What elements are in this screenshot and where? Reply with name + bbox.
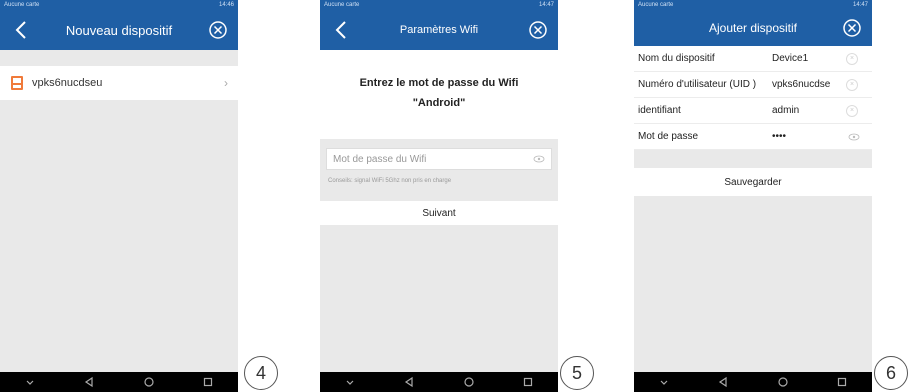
field-value[interactable]: Device1 (772, 53, 846, 64)
carrier-text: Aucune carte (4, 2, 40, 8)
device-name: vpks6nucdseu (32, 77, 103, 89)
chevron-down-icon[interactable] (344, 376, 356, 388)
field-row-device-name[interactable]: Nom du dispositif Device1 × (634, 46, 872, 72)
clock-text: 14:46 (218, 2, 234, 8)
field-label: identifiant (638, 105, 681, 116)
recents-square-icon[interactable] (202, 376, 214, 388)
device-list-item[interactable]: vpks6nucdseu › (0, 66, 238, 100)
close-icon[interactable] (842, 18, 862, 38)
title-bar: Ajouter dispositif (634, 10, 872, 46)
wifi-prompt: Entrez le mot de passe du Wifi "Android" (320, 50, 558, 139)
status-bar: Aucune carte 14:47 (320, 0, 558, 10)
clear-icon[interactable]: × (846, 52, 858, 65)
status-bar: Aucune carte 14:47 (634, 0, 872, 10)
recents-square-icon[interactable] (836, 376, 848, 388)
title-bar: Nouveau dispositif (0, 10, 238, 50)
wifi-prompt-line1: Entrez le mot de passe du Wifi (359, 77, 519, 89)
step-number-badge: 5 (560, 356, 594, 390)
carrier-text: Aucune carte (638, 2, 674, 8)
step-number-badge: 4 (244, 356, 278, 390)
phone-screen-new-device: Aucune carte 14:46 Nouveau dispositif vp… (0, 0, 238, 392)
status-bar: Aucune carte 14:46 (0, 0, 238, 10)
field-label: Numéro d'utilisateur (UID ) (638, 79, 757, 90)
close-icon[interactable] (528, 20, 548, 40)
field-label: Mot de passe (638, 131, 699, 142)
wifi-network-name: "Android" (412, 97, 466, 109)
home-circle-icon[interactable] (143, 376, 155, 388)
page-title: Nouveau dispositif (65, 22, 173, 38)
device-icon (11, 76, 23, 90)
eye-icon[interactable] (533, 155, 545, 163)
carrier-text: Aucune carte (324, 2, 360, 8)
chevron-down-icon[interactable] (658, 376, 670, 388)
field-row-password[interactable]: Mot de passe •••• (634, 124, 872, 150)
save-button[interactable]: Sauvegarder (634, 168, 872, 196)
back-arrow-icon[interactable] (332, 18, 352, 42)
back-triangle-icon[interactable] (83, 376, 95, 388)
wifi-hint-text: Conseils: signal WiFi 5Ghz non pris en c… (328, 178, 452, 184)
clock-text: 14:47 (852, 2, 868, 8)
chevron-down-icon[interactable] (24, 376, 36, 388)
field-label: Nom du dispositif (638, 53, 715, 64)
field-value[interactable]: •••• (772, 131, 848, 142)
home-circle-icon[interactable] (777, 376, 789, 388)
phone-screen-wifi-settings: Aucune carte 14:47 Paramètres Wifi Entre… (320, 0, 558, 392)
wifi-password-placeholder: Mot de passe du Wifi (333, 153, 427, 165)
back-arrow-icon[interactable] (12, 18, 32, 42)
field-value[interactable]: vpks6nucdse (772, 79, 846, 90)
next-button[interactable]: Suivant (320, 201, 558, 225)
field-row-username[interactable]: identifiant admin × (634, 98, 872, 124)
chevron-right-icon: › (224, 76, 228, 90)
eye-icon[interactable] (848, 133, 860, 141)
system-nav-bar (320, 372, 558, 392)
back-triangle-icon[interactable] (717, 376, 729, 388)
field-row-uid[interactable]: Numéro d'utilisateur (UID ) vpks6nucdse … (634, 72, 872, 98)
page-title: Ajouter dispositif (708, 21, 798, 35)
wifi-password-field[interactable]: Mot de passe du Wifi (326, 148, 552, 170)
back-triangle-icon[interactable] (403, 376, 415, 388)
title-bar: Paramètres Wifi (320, 10, 558, 50)
phone-screen-add-device: Aucune carte 14:47 Ajouter dispositif No… (634, 0, 872, 392)
clock-text: 14:47 (538, 2, 554, 8)
recents-square-icon[interactable] (522, 376, 534, 388)
page-title: Paramètres Wifi (399, 24, 479, 36)
clear-icon[interactable]: × (846, 78, 858, 91)
close-icon[interactable] (208, 20, 228, 40)
field-value[interactable]: admin (772, 105, 846, 116)
home-circle-icon[interactable] (463, 376, 475, 388)
system-nav-bar (634, 372, 872, 392)
step-number-badge: 6 (874, 356, 908, 390)
system-nav-bar (0, 372, 238, 392)
clear-icon[interactable]: × (846, 104, 858, 117)
